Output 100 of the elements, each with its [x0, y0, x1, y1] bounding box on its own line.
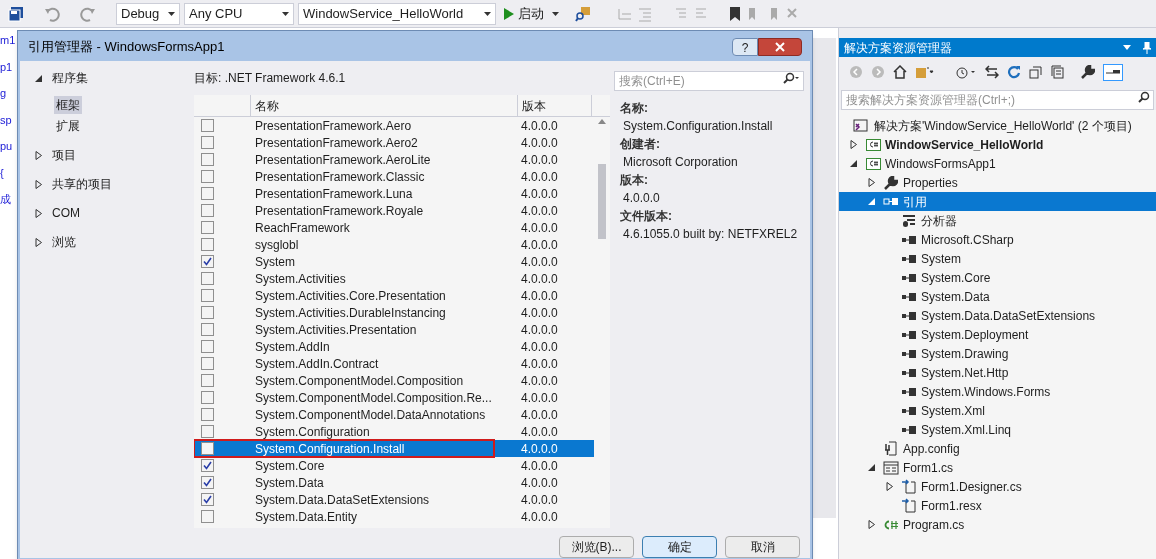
switch-views-icon[interactable]: [985, 65, 999, 79]
checkbox[interactable]: [201, 323, 214, 336]
tree-item[interactable]: 引用: [839, 192, 1156, 211]
reference-row[interactable]: PresentationFramework.Aero2 4.0.0.0: [194, 134, 594, 151]
expand-arrow-icon[interactable]: [35, 179, 43, 189]
tree-item[interactable]: System: [881, 249, 1156, 268]
find-icon[interactable]: [575, 5, 593, 22]
checkbox[interactable]: [201, 289, 214, 302]
tree-item[interactable]: WindowsFormsApp1: [845, 154, 1156, 173]
reference-row[interactable]: System.Data.DataSetExtensions 4.0.0.0: [194, 491, 594, 508]
reference-row[interactable]: System 4.0.0.0: [194, 253, 594, 270]
startup-project-dropdown[interactable]: WindowService_HelloWorld: [298, 2, 496, 25]
reference-row[interactable]: System.Activities 4.0.0.0: [194, 270, 594, 287]
expand-arrow-icon[interactable]: [886, 482, 894, 491]
reference-row[interactable]: System.ComponentModel.DataAnnotations 4.0.0.0: [194, 406, 594, 423]
checkbox[interactable]: [201, 374, 214, 387]
expand-arrow-icon[interactable]: [35, 208, 43, 218]
expand-arrow-icon[interactable]: [868, 178, 876, 187]
reference-row[interactable]: System.Activities.Presentation 4.0.0.0: [194, 321, 594, 338]
reference-row[interactable]: PresentationFramework.Luna 4.0.0.0: [194, 185, 594, 202]
checkbox[interactable]: [201, 493, 214, 506]
tree-item[interactable]: App.config: [863, 439, 1156, 458]
column-header[interactable]: 名称: [251, 95, 518, 116]
reference-row[interactable]: PresentationFramework.Aero 4.0.0.0: [194, 117, 594, 134]
nav-item[interactable]: 框架: [54, 96, 82, 114]
checkbox[interactable]: [201, 459, 214, 472]
tree-item[interactable]: System.Xml.Linq: [881, 420, 1156, 439]
checkbox[interactable]: [201, 306, 214, 319]
tree-item[interactable]: Program.cs: [863, 515, 1156, 534]
expand-arrow-icon[interactable]: [850, 140, 858, 149]
platform-dropdown[interactable]: Any CPU: [184, 2, 294, 25]
reference-row[interactable]: System.Data 4.0.0.0: [194, 474, 594, 491]
checkbox[interactable]: [201, 391, 214, 404]
reference-row[interactable]: System.Core 4.0.0.0: [194, 457, 594, 474]
pin-icon[interactable]: [1143, 41, 1151, 54]
reference-row[interactable]: System.Activities.DurableInstancing 4.0.0.0: [194, 304, 594, 321]
start-button[interactable]: 启动: [500, 3, 548, 24]
reference-row[interactable]: System.AddIn 4.0.0.0: [194, 338, 594, 355]
checkbox[interactable]: [201, 221, 214, 234]
checkbox[interactable]: [201, 187, 214, 200]
tree-item[interactable]: Form1.cs: [863, 458, 1156, 477]
checkbox[interactable]: [201, 442, 214, 455]
tree-item[interactable]: System.Net.Http: [881, 363, 1156, 382]
nav-section[interactable]: 程序集: [52, 69, 88, 87]
reference-row[interactable]: System.Configuration 4.0.0.0: [194, 423, 594, 440]
nav-section[interactable]: COM: [52, 204, 80, 222]
reference-row[interactable]: ReachFramework 4.0.0.0: [194, 219, 594, 236]
expand-arrow-icon[interactable]: [35, 150, 43, 160]
tree-item[interactable]: WindowService_HelloWorld: [845, 135, 1156, 154]
home-icon[interactable]: [893, 65, 907, 79]
checkbox[interactable]: [201, 272, 214, 285]
tree-item[interactable]: System.Data.DataSetExtensions: [881, 306, 1156, 325]
dialog-button[interactable]: 取消: [725, 536, 800, 558]
collapse-arrow-icon[interactable]: [35, 73, 43, 83]
save-all-icon[interactable]: [8, 5, 24, 22]
nav-section[interactable]: 项目: [52, 146, 76, 164]
checkbox[interactable]: [201, 340, 214, 353]
tree-item[interactable]: System.Drawing: [881, 344, 1156, 363]
tree-item[interactable]: System.Xml: [881, 401, 1156, 420]
editor-scrollbar[interactable]: [812, 38, 836, 518]
checkbox[interactable]: [201, 136, 214, 149]
close-button[interactable]: [758, 38, 802, 56]
reference-row[interactable]: PresentationFramework.AeroLite 4.0.0.0: [194, 151, 594, 168]
caret-icon[interactable]: [484, 11, 491, 16]
tree-item[interactable]: 分析器: [881, 211, 1156, 230]
expand-arrow-icon[interactable]: [868, 520, 876, 529]
tree-item[interactable]: System.Deployment: [881, 325, 1156, 344]
checkbox[interactable]: [201, 170, 214, 183]
tree-item[interactable]: Microsoft.CSharp: [881, 230, 1156, 249]
column-header[interactable]: 版本: [518, 95, 592, 116]
checkbox[interactable]: [201, 357, 214, 370]
reference-row[interactable]: System.AddIn.Contract 4.0.0.0: [194, 355, 594, 372]
bookmark-icon[interactable]: [729, 5, 741, 22]
nav-section[interactable]: 浏览: [52, 233, 76, 251]
configuration-dropdown[interactable]: Debug: [116, 2, 180, 25]
caret-icon[interactable]: [168, 11, 175, 16]
reference-row[interactable]: sysglobl 4.0.0.0: [194, 236, 594, 253]
collapse-arrow-icon[interactable]: [850, 159, 858, 168]
caret-icon[interactable]: [552, 11, 559, 16]
redo-icon[interactable]: [80, 5, 96, 22]
search-icon[interactable]: [782, 72, 800, 84]
sync-view-icon[interactable]: [915, 65, 935, 79]
collapse-arrow-icon[interactable]: [868, 463, 876, 472]
tree-item[interactable]: System.Windows.Forms: [881, 382, 1156, 401]
nav-section[interactable]: 共享的项目: [52, 175, 112, 193]
tree-item[interactable]: System.Data: [881, 287, 1156, 306]
scroll-up-icon[interactable]: [598, 119, 606, 124]
tree-item[interactable]: Form1.Designer.cs: [881, 477, 1156, 496]
reference-row[interactable]: PresentationFramework.Royale 4.0.0.0: [194, 202, 594, 219]
checkbox[interactable]: [201, 255, 214, 268]
preview-toggle-button[interactable]: [1103, 63, 1123, 81]
checkbox[interactable]: [201, 204, 214, 217]
nav-item[interactable]: 扩展: [54, 117, 82, 135]
search-field[interactable]: 搜索解决方案资源管理器(Ctrl+;): [841, 90, 1154, 110]
reference-row[interactable]: PresentationFramework.Classic 4.0.0.0: [194, 168, 594, 185]
search-icon[interactable]: [1138, 91, 1150, 103]
expand-arrow-icon[interactable]: [35, 237, 43, 247]
dialog-button[interactable]: 浏览(B)...: [559, 536, 634, 558]
scrollbar-thumb[interactable]: [598, 164, 606, 239]
dialog-button[interactable]: 确定: [642, 536, 717, 558]
